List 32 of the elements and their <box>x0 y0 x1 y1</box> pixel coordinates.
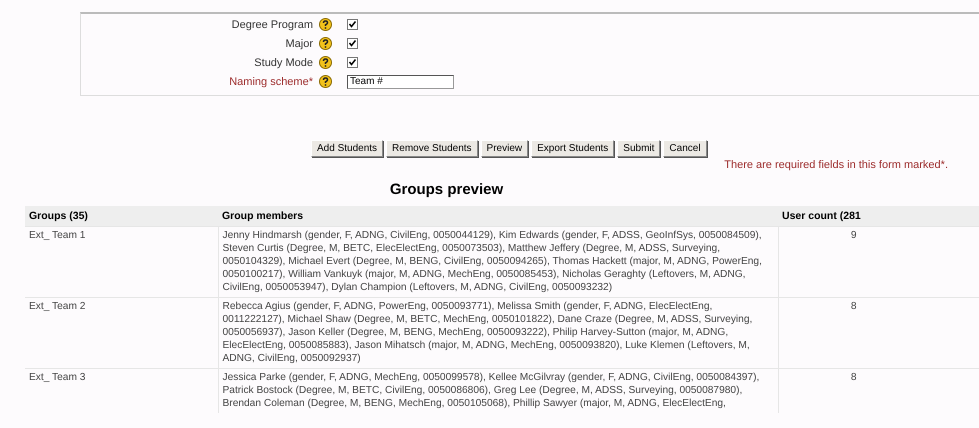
section-title: Groups preview <box>388 181 504 198</box>
table-cell: Ext_ Team 2 <box>25 298 218 368</box>
table-cell: Jenny Hindmarsh (gender, F, ADNG, CivilEng, 0050044129), Kim Edwards (gender, F, ADSS, GeoInfSys, 0050084509), Steven Curtis (Degree, M, BETC, ElecElectEng, 0050073503), Matthew Jeffery (Degree, M, ADSS, Surveying, 0050104329), Michael Evert (Degree, M, BENG, CivilEng, 0050094265), Thomas Hackett (major, M, ADNG, PowerEng, 0050100217), William Vankuyk (major, M, ADNG, MechEng, 0050085453), Nicholas Geraghty (Leftovers, M, ADNG, CivilEng, 0050053947), Dylan Champion (Leftovers, M, ADNG, CivilEng, 0050093232) <box>218 226 778 298</box>
column-header: Group members <box>218 206 778 226</box>
field-label: Major <box>284 38 313 50</box>
required-note: There are required fields in this form marked*. <box>723 159 948 171</box>
form-button[interactable]: Remove Students <box>386 140 478 157</box>
table-cell: Ext_ Team 3 <box>25 368 218 413</box>
field-label: Degree Program <box>230 18 313 30</box>
checkbox[interactable] <box>347 57 358 68</box>
table-cell: 8 <box>778 298 979 368</box>
help-icon[interactable] <box>319 18 332 31</box>
table-cell: 9 <box>778 226 979 298</box>
table-cell: Ext_ Team 1 <box>25 226 218 298</box>
field-label: Naming scheme* <box>228 76 313 88</box>
help-icon[interactable] <box>319 37 332 50</box>
table-cell: Jessica Parke (gender, F, ADNG, MechEng, 0050099578), Kellee McGilvray (gender, F, ADNG, CivilEng, 0050084397), Patrick Bostock (Degree, M, BETC, CivilEng, 0050086806), Greg Lee (Degree, M, ADSS, Surveying, 0050087980), Brendan Coleman (Degree, M, BENG, MechEng, 0050105068), Phillip Sawyer (major, M, ADNG, ElecElectEng, <box>218 368 778 413</box>
checkbox[interactable] <box>347 19 358 30</box>
column-header: User count (281 <box>778 206 979 226</box>
table-cell: 8 <box>778 368 979 413</box>
form-button[interactable]: Add Students <box>311 140 384 157</box>
form-button[interactable]: Submit <box>617 140 660 157</box>
checkbox[interactable] <box>347 38 358 49</box>
help-icon[interactable] <box>319 75 332 88</box>
form-button[interactable]: Cancel <box>663 140 707 157</box>
input-field[interactable]: Team # <box>347 74 454 88</box>
table-cell: Rebecca Agius (gender, F, ADNG, PowerEng, 0050093771), Melissa Smith (gender, F, ADNG, ElecElectEng, 0011222127), Michael Shaw (Degree, M, BETC, MechEng, 0050101822), Dane Craze (Degree, M, ADSS, Surveying, 0050056937), Jason Keller (Degree, M, BENG, MechEng, 0050093222), Philip Harvey-Sutton (major, M, ADNG, ElecElectEng, 0050085883), Jason Mihatsch (major, M, ADNG, MechEng, 0050093820), Luke Klemen (Leftovers, M, ADNG, CivilEng, 0050092937) <box>218 298 778 368</box>
help-icon[interactable] <box>319 56 332 69</box>
form-button[interactable]: Export Students <box>531 140 614 157</box>
field-label: Study Mode <box>253 56 313 68</box>
column-header: Groups (35) <box>25 206 218 226</box>
form-button[interactable]: Preview <box>480 140 528 157</box>
